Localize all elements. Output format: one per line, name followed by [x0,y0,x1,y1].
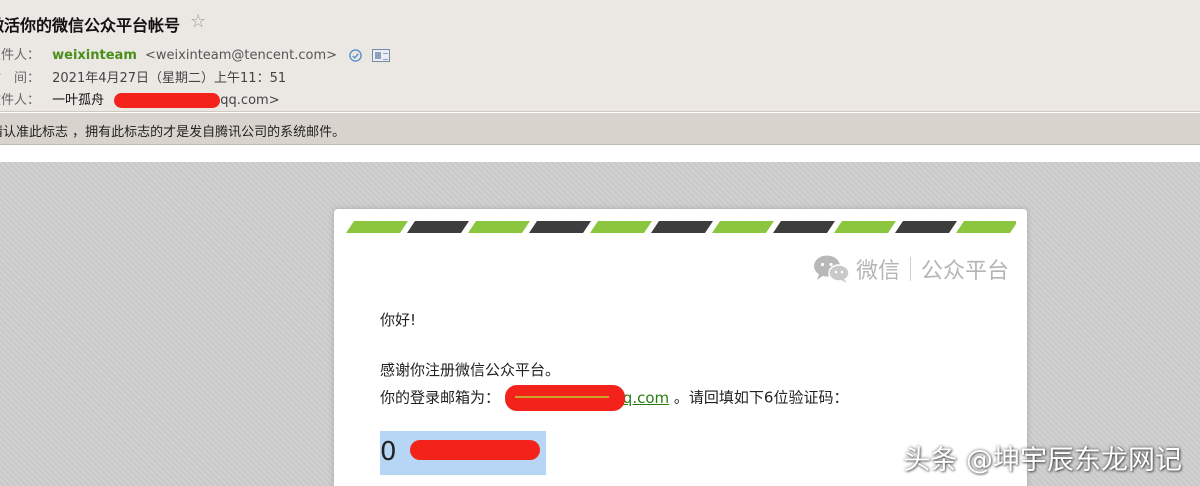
time-value: 2021年4月27日（星期二）上午11：51 [52,71,287,86]
from-label: 发件人： [0,48,41,63]
contact-card-icon[interactable] [372,49,391,62]
wechat-logo-icon [813,255,850,283]
brand-divider [909,257,911,281]
sender-name[interactable]: weixinteam [52,48,137,63]
watermark-text: 头条 @坤宇辰东龙网记 [903,445,1182,476]
brand-platform-text: 公众平台 [920,259,1009,284]
time-row: 时 间： 2021年4月27日（星期二）上午11：51 [0,67,286,86]
redaction-mark [114,93,221,108]
redaction-mark [504,385,625,411]
star-outline-icon[interactable]: ☆ [190,11,206,32]
mail-subject: 激活你的微信公众平台帐号 [0,16,181,35]
greeting-text: 你好! [380,311,417,329]
recipient-email: qq.com> [220,93,280,108]
airmail-stripe [895,221,957,233]
thanks-text: 感谢你注册微信公众平台。 [380,361,561,379]
divider [0,146,1200,162]
to-label: 收件人： [0,93,41,108]
verified-sender-icon[interactable] [349,49,362,62]
login-prefix: 你的登录邮箱为： [380,388,501,407]
time-label: 时 间： [0,71,41,86]
to-row: 收件人： 一叶孤舟 qq.com> [0,89,280,108]
security-notice-bar: 请认准此标志 ，拥有此标志的才是发自腾讯公司的系统邮件。 [0,113,1200,145]
verification-code-digit: 0 [380,437,397,467]
airmail-stripe [468,221,530,233]
login-suffix: 。请回填如下6位验证码： [673,388,849,407]
verification-code[interactable]: 0 [380,431,546,475]
airmail-stripe [346,221,408,233]
airmail-stripe [407,221,469,233]
airmail-stripe [956,221,1016,233]
airmail-stripe [590,221,652,233]
wechat-brand: 微信 公众平台 [812,253,1009,285]
sender-email: <weixinteam@tencent.com> [145,48,338,63]
brand-wechat-text: 微信 [855,259,900,284]
redaction-mark [410,440,540,460]
airmail-stripes [346,221,1016,233]
airmail-stripe [834,221,896,233]
airmail-stripe [773,221,835,233]
recipient-name: 一叶孤舟 [52,93,105,108]
airmail-stripe [712,221,774,233]
login-email-suffix: q.com [622,388,670,407]
login-email-row: 你的登录邮箱为： q.com 。请回填如下6位验证码： [380,385,848,411]
mail-header: 激活你的微信公众平台帐号 ☆ 发件人： weixinteam <weixinte… [0,0,1200,112]
airmail-stripe [529,221,591,233]
airmail-stripe [651,221,713,233]
from-row: 发件人： weixinteam <weixinteam@tencent.com> [0,44,391,63]
login-email-link[interactable]: q.com [504,385,670,411]
security-notice-text: 请认准此标志 ，拥有此标志的才是发自腾讯公司的系统邮件。 [0,125,346,140]
